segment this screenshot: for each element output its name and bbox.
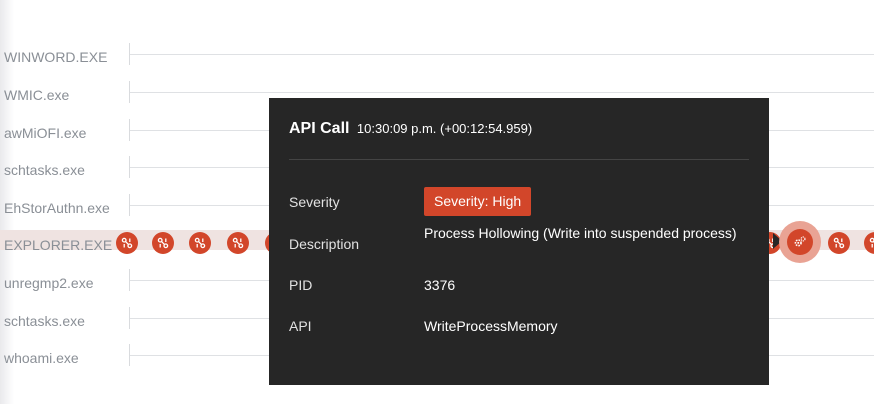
process-name: schtasks.exe <box>4 313 85 329</box>
popup-divider <box>289 159 749 160</box>
api-call-icon[interactable] <box>227 232 249 254</box>
process-name: unregmp2.exe <box>4 275 94 291</box>
pid-label: PID <box>289 277 313 293</box>
api-call-icon[interactable] <box>864 232 874 254</box>
severity-label: Severity <box>289 194 340 210</box>
gears-icon <box>787 229 813 255</box>
event-timestamp: 10:30:09 p.m. (+00:12:54.959) <box>356 121 533 136</box>
api-call-icon[interactable] <box>116 232 138 254</box>
process-name: awMiOFI.exe <box>4 125 87 141</box>
popup-header: API Call 10:30:09 p.m. (+00:12:54.959) <box>289 120 532 138</box>
api-call-icon[interactable] <box>828 232 850 254</box>
process-name: EhStorAuthn.exe <box>4 200 110 216</box>
timeline-row[interactable]: WINWORD.EXE <box>0 41 874 78</box>
description-label: Description <box>289 236 360 252</box>
severity-badge: Severity: High <box>424 187 532 216</box>
process-name: whoami.exe <box>4 350 79 366</box>
selected-event-marker[interactable] <box>779 221 821 263</box>
popup-title: API Call <box>289 120 350 137</box>
api-label: API <box>289 318 312 334</box>
row-line <box>130 92 874 93</box>
description-value: Process Hollowing (Write into suspended … <box>424 225 737 241</box>
pid-value: 3376 <box>424 277 456 293</box>
process-name: WMIC.exe <box>4 87 70 103</box>
api-call-icon[interactable] <box>189 232 211 254</box>
api-call-icon[interactable] <box>152 232 174 254</box>
process-name: EXPLORER.EXE <box>4 237 113 253</box>
event-details-popup: API Call 10:30:09 p.m. (+00:12:54.959) S… <box>269 98 769 385</box>
api-value: WriteProcessMemory <box>424 318 558 334</box>
process-name: WINWORD.EXE <box>4 49 108 65</box>
row-line <box>130 54 874 55</box>
process-name: schtasks.exe <box>4 162 85 178</box>
